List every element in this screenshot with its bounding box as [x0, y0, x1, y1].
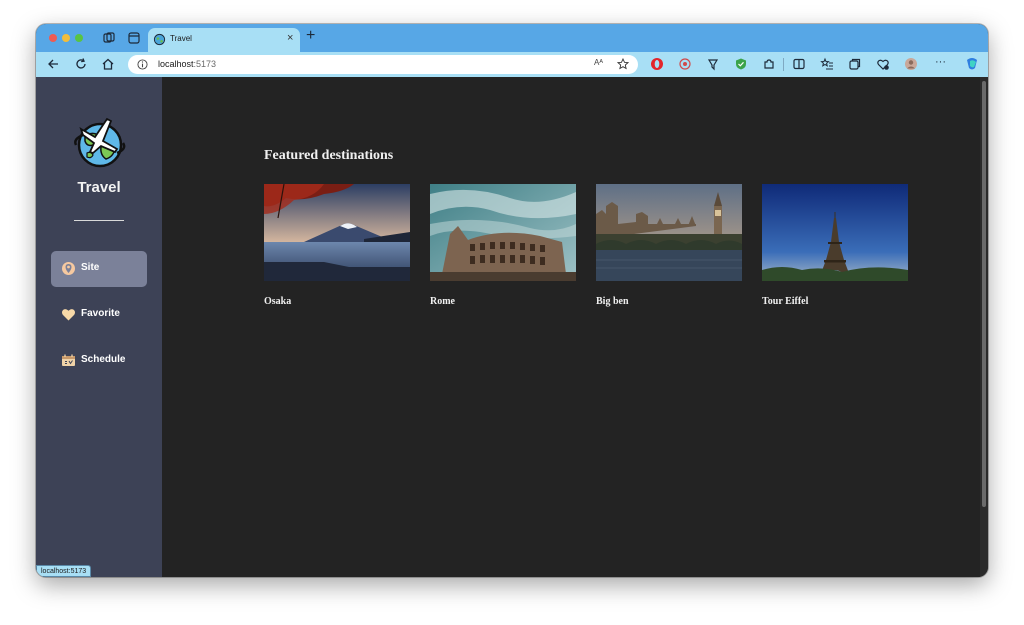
- more-menu-icon[interactable]: ···: [935, 56, 946, 68]
- minimize-window-button[interactable]: [62, 34, 70, 42]
- favorite-star-icon[interactable]: [617, 58, 629, 70]
- scrollbar-thumb[interactable]: [982, 81, 986, 507]
- location-pin-icon: [62, 262, 75, 275]
- tab-title: Travel: [170, 34, 192, 43]
- heart-icon: [62, 309, 75, 321]
- close-window-button[interactable]: [49, 34, 57, 42]
- mountain-lake-photo[interactable]: [264, 184, 410, 281]
- destination-name: Big ben: [596, 296, 629, 307]
- eiffel-tower-photo[interactable]: [762, 184, 908, 281]
- tab-travel[interactable]: Travel ×: [148, 28, 300, 52]
- destination-name: Osaka: [264, 296, 292, 307]
- travel-globe-logo-icon: [74, 117, 126, 168]
- status-bar-url: localhost:5173: [36, 565, 92, 577]
- browser-essentials-icon[interactable]: [876, 57, 890, 71]
- sidebar-item-label: Schedule: [81, 354, 126, 365]
- destination-card-big-ben[interactable]: Big ben: [596, 184, 742, 307]
- extension-badge-icon[interactable]: [678, 57, 692, 71]
- shield-extension-icon[interactable]: [734, 57, 748, 71]
- sidebar-item-schedule[interactable]: Schedule: [51, 343, 147, 379]
- url-text: localhost:5173: [158, 59, 216, 69]
- new-tab-button[interactable]: +: [306, 28, 315, 44]
- vertical-scrollbar[interactable]: [980, 77, 988, 577]
- workspaces-icon[interactable]: [102, 31, 116, 45]
- split-screen-icon[interactable]: [792, 57, 806, 71]
- site-info-icon[interactable]: [137, 59, 148, 70]
- profile-avatar-icon[interactable]: [904, 57, 918, 71]
- sidebar-divider: [74, 220, 124, 221]
- toolbar-divider: [783, 58, 784, 71]
- address-toolbar: localhost:5173 Aᴬ ···: [36, 52, 988, 77]
- sidebar-item-favorite[interactable]: Favorite: [51, 297, 147, 333]
- home-icon[interactable]: [101, 57, 115, 71]
- address-bar[interactable]: localhost:5173 Aᴬ: [128, 55, 638, 74]
- destination-card-tour-eiffel[interactable]: Tour Eiffel: [762, 184, 908, 307]
- favorites-icon[interactable]: [820, 57, 834, 71]
- copilot-icon[interactable]: [964, 56, 980, 72]
- url-host: localhost: [158, 59, 194, 69]
- pin-extension-icon[interactable]: [706, 57, 720, 71]
- url-port: :5173: [193, 59, 217, 69]
- tab-bar: Travel × +: [36, 24, 988, 52]
- browser-window: Travel × + localhost:5173 Aᴬ ··· Travel …: [36, 24, 988, 577]
- sidebar-item-label: Site: [81, 262, 100, 273]
- main-content: Featured destinations Osaka Rome Big ben…: [162, 77, 980, 577]
- refresh-icon[interactable]: [74, 57, 88, 71]
- puzzle-extensions-icon[interactable]: [762, 57, 776, 71]
- sidebar-item-label: Favorite: [81, 308, 120, 319]
- opera-extension-icon[interactable]: [650, 57, 664, 71]
- destination-card-rome[interactable]: Rome: [430, 184, 576, 307]
- maximize-window-button[interactable]: [75, 34, 83, 42]
- tab-actions-icon[interactable]: [127, 31, 141, 45]
- section-heading: Featured destinations: [264, 148, 394, 163]
- destination-name: Rome: [430, 296, 455, 307]
- sidebar: Travel Site Favorite Schedule: [36, 77, 162, 577]
- tab-close-icon[interactable]: ×: [287, 32, 293, 44]
- globe-favicon-icon: [153, 33, 166, 46]
- destination-card-osaka[interactable]: Osaka: [264, 184, 410, 307]
- calendar-icon: [62, 354, 75, 366]
- read-aloud-icon[interactable]: Aᴬ: [594, 58, 603, 67]
- back-arrow-icon[interactable]: [46, 57, 60, 71]
- destination-name: Tour Eiffel: [762, 296, 809, 307]
- collections-icon[interactable]: [848, 57, 862, 71]
- sidebar-item-site[interactable]: Site: [51, 251, 147, 287]
- westminster-bridge-photo[interactable]: [596, 184, 742, 281]
- colosseum-photo[interactable]: [430, 184, 576, 281]
- brand-title: Travel: [77, 179, 121, 196]
